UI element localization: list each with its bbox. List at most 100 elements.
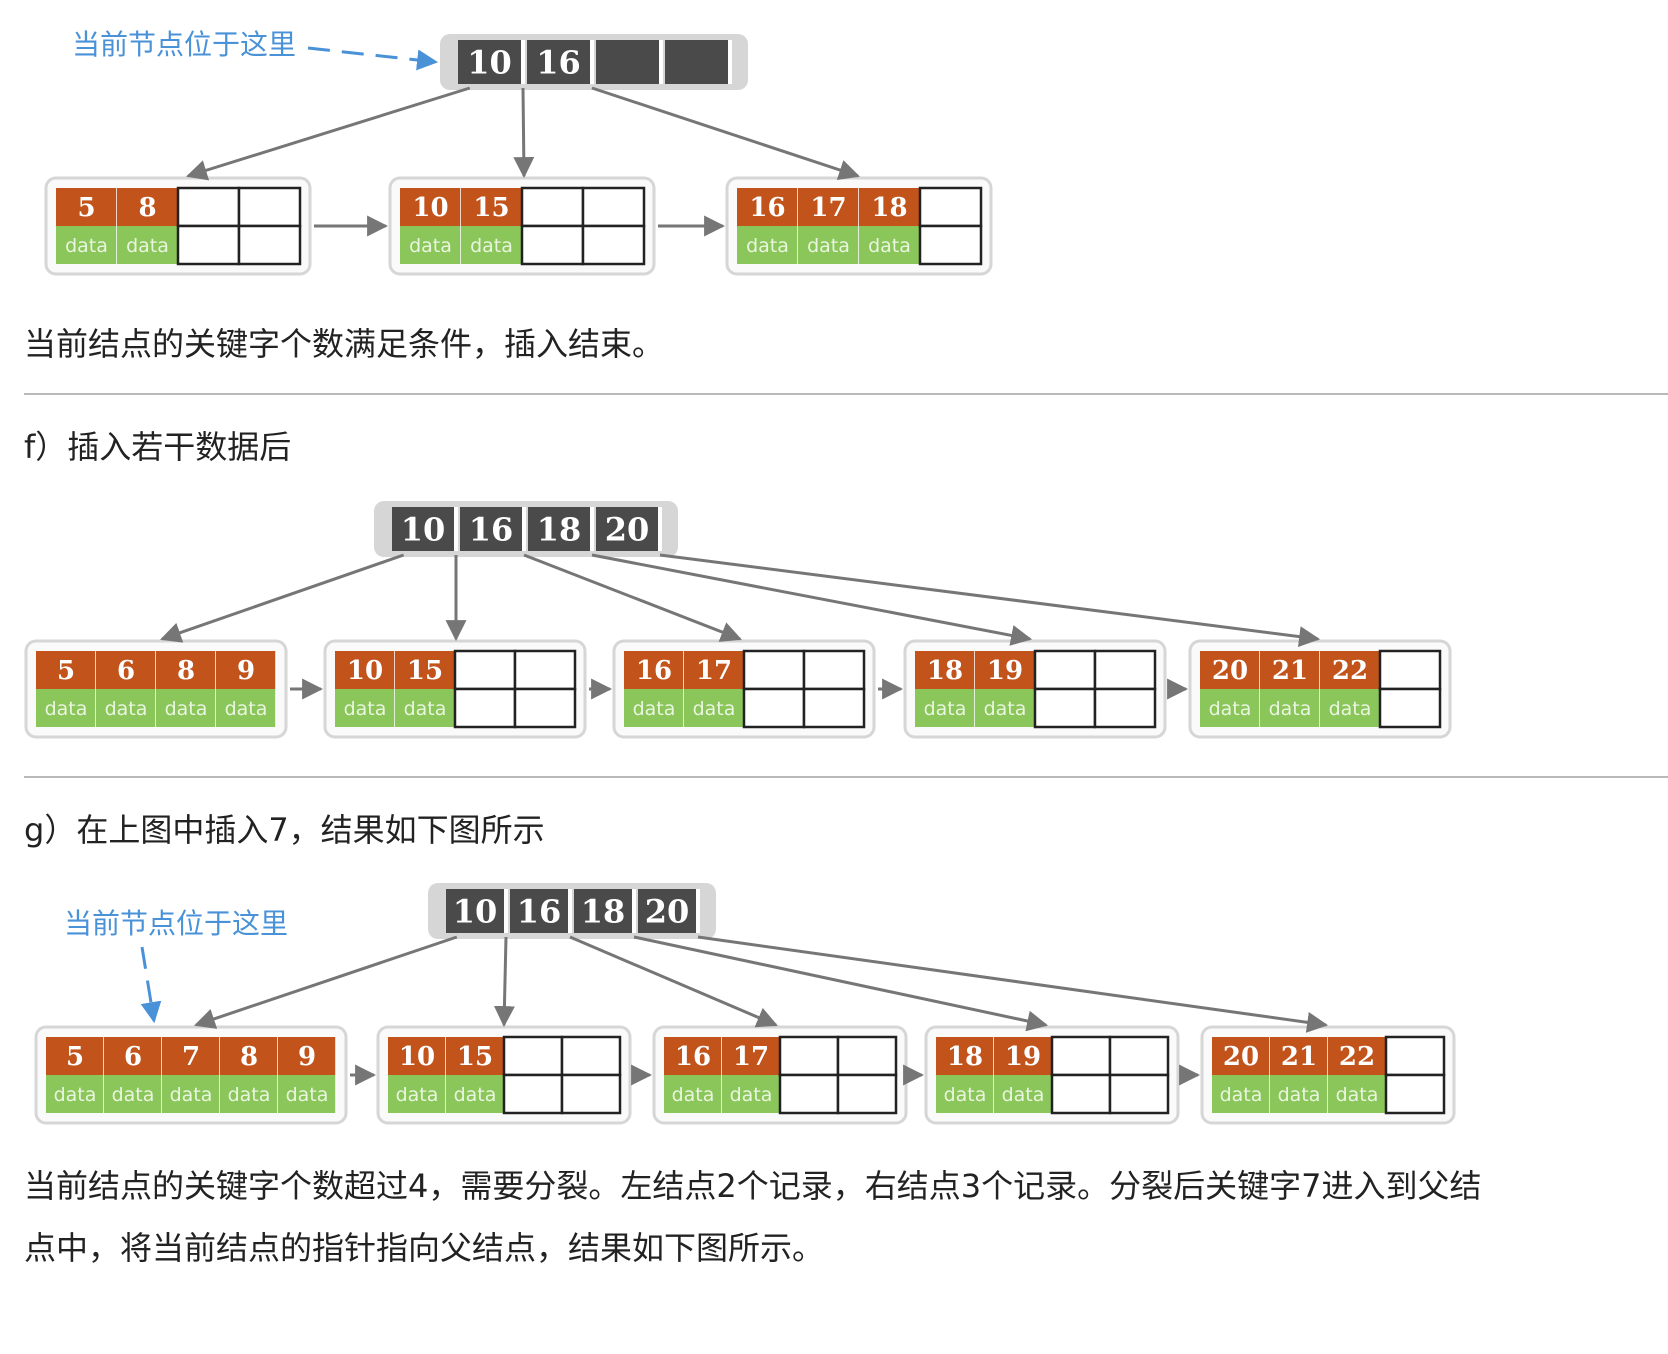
leaf-data-label: data	[454, 1084, 497, 1106]
leaf-data-label: data	[105, 698, 148, 720]
leaf-key-label: 5	[66, 1042, 84, 1072]
leaf-data-label: data	[225, 698, 268, 720]
leaf-data-label: data	[1329, 698, 1372, 720]
leaf-data-label: data	[944, 1084, 987, 1106]
empty-key-slot	[520, 186, 585, 228]
empty-data-slot	[1108, 1073, 1170, 1115]
b-plus-tree-diagram-g: 10 16 18 20 5 data 6 data 7 data 8 data 9 data 10 data 1…	[34, 883, 1456, 1125]
root-cell-gap	[590, 40, 594, 84]
heading-g: g）在上图中插入7，结果如下图所示	[24, 811, 545, 849]
leaf-key-label: 15	[473, 193, 509, 223]
child-pointer-arrow	[659, 553, 1321, 648]
leaf-key-label: 10	[399, 1042, 435, 1072]
leaf-data-label: data	[228, 1084, 271, 1106]
leaf-key-label: 17	[696, 656, 732, 686]
root-cell-gap	[522, 507, 526, 551]
root-key-label: 16	[469, 511, 514, 549]
leaf-data-label: data	[1336, 1084, 1379, 1106]
pointer-label: 当前节点位于这里	[64, 907, 288, 940]
leaf-data-label: data	[693, 698, 736, 720]
leaf-key-label: 17	[733, 1042, 769, 1072]
empty-data-slot	[1050, 1073, 1112, 1115]
empty-data-slot	[237, 224, 302, 266]
leaf-data-label: data	[344, 698, 387, 720]
root-cell-gap	[504, 889, 508, 933]
root-key-label: 10	[401, 511, 446, 549]
root-cell-gap	[632, 889, 636, 933]
empty-key-slot	[1384, 1035, 1446, 1077]
leaf-data-label: data	[1209, 698, 1252, 720]
empty-key-slot	[1033, 649, 1097, 691]
leaf-key-label: 16	[636, 656, 672, 686]
leaf-data-label: data	[45, 698, 88, 720]
empty-data-slot	[581, 224, 646, 266]
root-key-cell	[596, 40, 659, 84]
empty-key-slot	[176, 186, 241, 228]
empty-data-slot	[520, 224, 585, 266]
empty-key-slot	[802, 649, 866, 691]
root-cell-gap	[659, 40, 663, 84]
leaf-data-label: data	[396, 1084, 439, 1106]
leaf-key-label: 9	[298, 1042, 316, 1072]
leaf-key-label: 10	[347, 656, 383, 686]
paragraph-insert-finished: 当前结点的关键字个数满足条件，插入结束。	[24, 325, 665, 363]
child-pointer-arrow	[591, 553, 1033, 646]
empty-key-slot	[1050, 1035, 1112, 1077]
empty-key-slot	[1378, 649, 1442, 691]
pointer-label: 当前节点位于这里	[72, 28, 296, 61]
empty-key-slot	[836, 1035, 898, 1077]
empty-key-slot	[918, 186, 983, 228]
b-plus-tree-diagram-f: 10 16 18 20 5 data 6 data 8 data 9 data 10 data 15 data…	[24, 501, 1452, 739]
empty-key-slot	[502, 1035, 564, 1077]
empty-data-slot	[176, 224, 241, 266]
leaf-key-label: 22	[1332, 656, 1368, 686]
leaf-key-label: 15	[457, 1042, 493, 1072]
empty-data-slot	[802, 687, 866, 729]
leaf-key-label: 18	[927, 656, 963, 686]
leaf-key-label: 22	[1339, 1042, 1375, 1072]
leaf-key-label: 21	[1281, 1042, 1317, 1072]
leaf-key-label: 18	[871, 193, 907, 223]
root-cell-gap	[454, 507, 458, 551]
child-pointer-arrow	[194, 935, 458, 1029]
leaf-data-label: data	[1278, 1084, 1321, 1106]
root-key-label: 10	[453, 893, 498, 931]
root-key-label: 16	[517, 893, 562, 931]
leaf-data-label: data	[672, 1084, 715, 1106]
leaf-data-label: data	[470, 235, 513, 257]
leaf-key-label: 19	[987, 656, 1023, 686]
root-cell-gap	[521, 40, 525, 84]
heading-f: f）插入若干数据后	[24, 428, 292, 466]
b-plus-tree-diagram-e: 10 16 5 data 8 data 10 data 15 data 16 data 17 data 18…	[44, 28, 993, 276]
empty-key-slot	[742, 649, 806, 691]
child-pointer-arrow	[160, 553, 405, 643]
empty-key-slot	[1108, 1035, 1170, 1077]
leaf-data-label: data	[1269, 698, 1312, 720]
root-key-label: 16	[536, 44, 581, 82]
empty-data-slot	[778, 1073, 840, 1115]
leaf-data-label: data	[807, 235, 850, 257]
child-pointer-arrow	[523, 553, 742, 642]
leaf-data-label: data	[404, 698, 447, 720]
root-cell-gap	[696, 889, 700, 933]
leaf-key-label: 8	[240, 1042, 258, 1072]
empty-data-slot	[1378, 687, 1442, 729]
leaf-data-label: data	[165, 698, 208, 720]
root-cell-gap	[568, 889, 572, 933]
root-key-cell	[665, 40, 728, 84]
leaf-key-label: 8	[177, 656, 195, 686]
leaf-data-label: data	[65, 235, 108, 257]
child-pointer-arrow	[633, 935, 1049, 1032]
child-pointer-arrow	[513, 87, 535, 179]
leaf-data-label: data	[984, 698, 1027, 720]
leaf-data-label: data	[924, 698, 967, 720]
leaf-data-label: data	[409, 235, 452, 257]
leaf-data-label: data	[868, 235, 911, 257]
empty-key-slot	[1093, 649, 1157, 691]
child-pointer-arrow	[493, 936, 515, 1028]
empty-data-slot	[1033, 687, 1097, 729]
leaf-data-label: data	[1220, 1084, 1263, 1106]
child-pointer-arrow	[185, 86, 471, 181]
leaf-key-label: 15	[407, 656, 443, 686]
leaf-data-label: data	[112, 1084, 155, 1106]
